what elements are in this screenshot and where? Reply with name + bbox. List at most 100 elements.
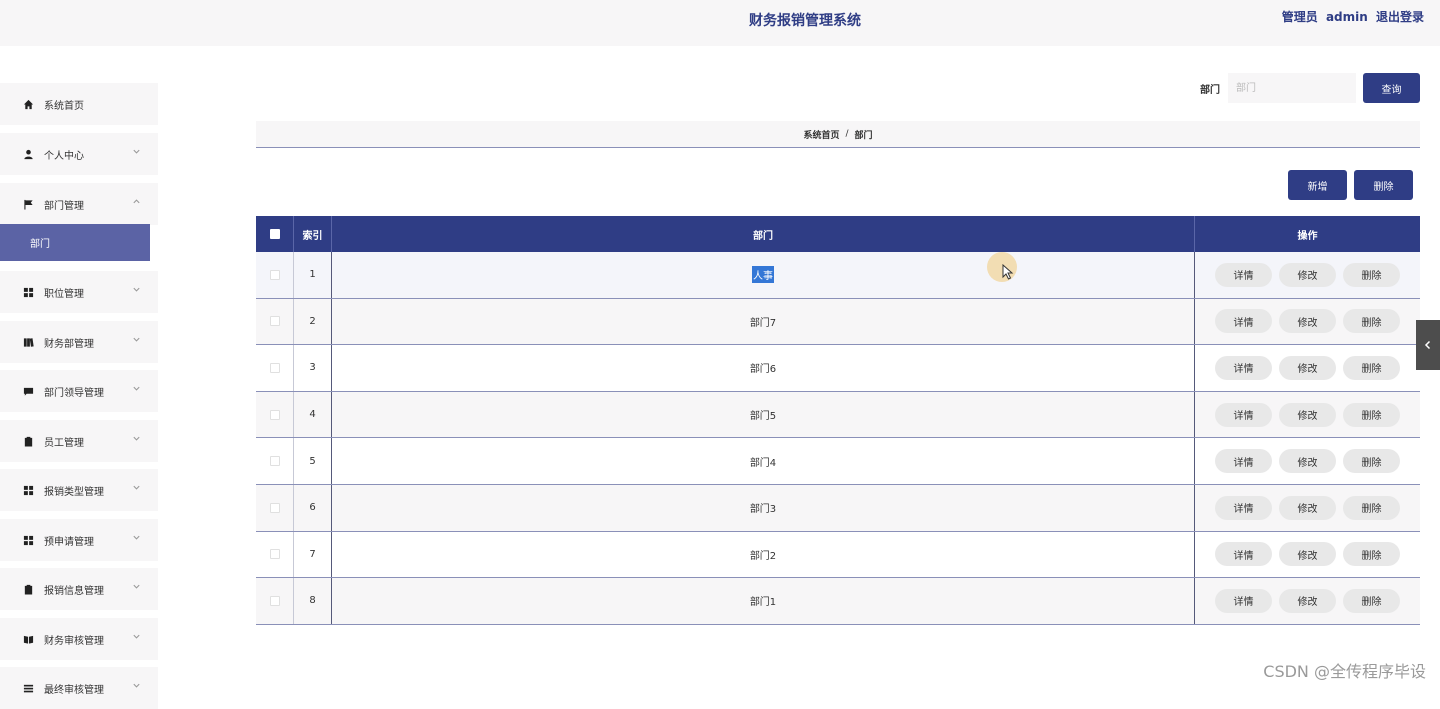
edit-button[interactable]: 修改 [1279,588,1336,613]
row-checkbox[interactable] [269,595,280,606]
sidebar-subitem-dept[interactable]: 部门 [0,224,150,261]
chevron-down-icon [132,632,142,642]
add-button[interactable]: 新增 [1288,170,1347,200]
chevron-down-icon [132,582,142,592]
detail-button[interactable]: 详情 [1215,402,1272,427]
table-row: 1 人事 详情 修改 删除 [256,252,1420,299]
username: admin [1325,10,1368,24]
edit-button[interactable]: 修改 [1279,542,1336,567]
breadcrumb-home[interactable]: 系统首页 [803,128,839,141]
user-area: 管理员 admin 退出登录 [1278,8,1424,25]
sidebar-item-label: 部门管理 [44,200,84,212]
row-checkbox[interactable] [269,362,280,373]
sidebar-item-4[interactable]: 财务部管理 [0,321,158,363]
detail-button[interactable]: 详情 [1215,309,1272,334]
chevron-down-icon [132,434,142,444]
collapse-toggle[interactable] [1416,320,1440,370]
detail-button[interactable]: 详情 [1215,588,1272,613]
book-open-icon [22,633,34,645]
sidebar-item-7[interactable]: 报销类型管理 [0,469,158,511]
list-icon [22,682,34,694]
breadcrumb: 系统首页 / 部门 [256,121,1420,148]
sidebar-item-0[interactable]: 系统首页 [0,83,158,125]
detail-button[interactable]: 详情 [1215,262,1272,287]
row-checkbox[interactable] [269,316,280,327]
row-index: 8 [294,578,332,624]
row-delete-button[interactable]: 删除 [1343,309,1400,334]
sidebar-item-8[interactable]: 预申请管理 [0,519,158,561]
sidebar-item-label: 报销类型管理 [44,486,104,498]
sidebar-item-label: 个人中心 [44,150,84,162]
chevron-down-icon [132,335,142,345]
row-delete-button[interactable]: 删除 [1343,542,1400,567]
flag-icon [22,198,34,210]
top-header: 财务报销管理系统 管理员 admin 退出登录 [0,0,1440,46]
sidebar-item-label: 预申请管理 [44,536,94,548]
table-row: 5 部门4 详情 修改 删除 [256,438,1420,485]
detail-button[interactable]: 详情 [1215,542,1272,567]
table-row: 6 部门3 详情 修改 删除 [256,484,1420,532]
dept-table: 索引 部门 操作 1 人事 详情 修改 删除 2 部门7 详情 修改 删除 3 部门6 详情 修改 删除 4 部… [256,216,1420,625]
row-checkbox[interactable] [269,549,280,560]
row-index: 6 [294,484,332,531]
sidebar-item-3[interactable]: 职位管理 [0,271,158,313]
row-checkbox[interactable] [269,456,280,467]
edit-button[interactable]: 修改 [1279,449,1336,474]
search-label: 部门 [1200,84,1220,96]
table-row: 4 部门5 详情 修改 删除 [256,391,1420,439]
detail-button[interactable]: 详情 [1215,495,1272,520]
watermark: CSDN @全传程序毕设 [1263,662,1426,681]
dept-search-input[interactable] [1228,73,1356,103]
row-delete-button[interactable]: 删除 [1343,588,1400,613]
sidebar-item-5[interactable]: 部门领导管理 [0,370,158,412]
edit-button[interactable]: 修改 [1279,355,1336,380]
sidebar-item-2[interactable]: 部门管理 [0,183,158,225]
row-dept-name: 部门6 [749,364,777,376]
sidebar-item-6[interactable]: 员工管理 [0,420,158,462]
header-index: 索引 [294,216,332,252]
row-delete-button[interactable]: 删除 [1343,495,1400,520]
header-dept: 部门 [332,216,1195,252]
table-row: 7 部门2 详情 修改 删除 [256,531,1420,579]
row-checkbox[interactable] [269,269,280,280]
detail-button[interactable]: 详情 [1215,449,1272,474]
chevron-down-icon [132,285,142,295]
chevron-up-icon [132,197,142,207]
table-body: 1 人事 详情 修改 删除 2 部门7 详情 修改 删除 3 部门6 详情 修改 删除 4 部门5 详情 修改 删除 5… [256,252,1420,625]
home-icon [22,98,34,110]
sidebar-item-label: 财务审核管理 [44,635,104,647]
row-index: 1 [294,252,332,298]
search-button[interactable]: 查询 [1363,73,1420,103]
sidebar-item-11[interactable]: 最终审核管理 [0,667,158,709]
grid-icon [22,484,34,496]
edit-button[interactable]: 修改 [1279,402,1336,427]
row-checkbox[interactable] [269,502,280,513]
book-icon [22,336,34,348]
select-all-checkbox[interactable] [269,229,280,239]
row-checkbox[interactable] [269,409,280,420]
grid-icon [22,534,34,546]
sidebar-item-1[interactable]: 个人中心 [0,133,158,175]
row-index: 7 [294,531,332,578]
sidebar-item-label: 报销信息管理 [44,585,104,597]
sidebar-item-label: 最终审核管理 [44,684,104,696]
row-delete-button[interactable]: 删除 [1343,355,1400,380]
detail-button[interactable]: 详情 [1215,355,1272,380]
sidebar-item-9[interactable]: 报销信息管理 [0,568,158,610]
row-delete-button[interactable]: 删除 [1343,262,1400,287]
search-bar: 部门 查询 [1200,73,1420,103]
row-dept-name: 部门2 [749,550,777,562]
row-delete-button[interactable]: 删除 [1343,449,1400,474]
table-header: 索引 部门 操作 [256,216,1420,252]
table-row: 2 部门7 详情 修改 删除 [256,298,1420,346]
clipboard-icon [22,435,34,447]
sidebar-item-10[interactable]: 财务审核管理 [0,618,158,660]
user-icon [22,148,34,160]
row-delete-button[interactable]: 删除 [1343,402,1400,427]
edit-button[interactable]: 修改 [1279,495,1336,520]
batch-delete-button[interactable]: 删除 [1354,170,1413,200]
row-index: 4 [294,391,332,438]
edit-button[interactable]: 修改 [1279,262,1336,287]
edit-button[interactable]: 修改 [1279,309,1336,334]
logout-link[interactable]: 退出登录 [1376,10,1424,24]
